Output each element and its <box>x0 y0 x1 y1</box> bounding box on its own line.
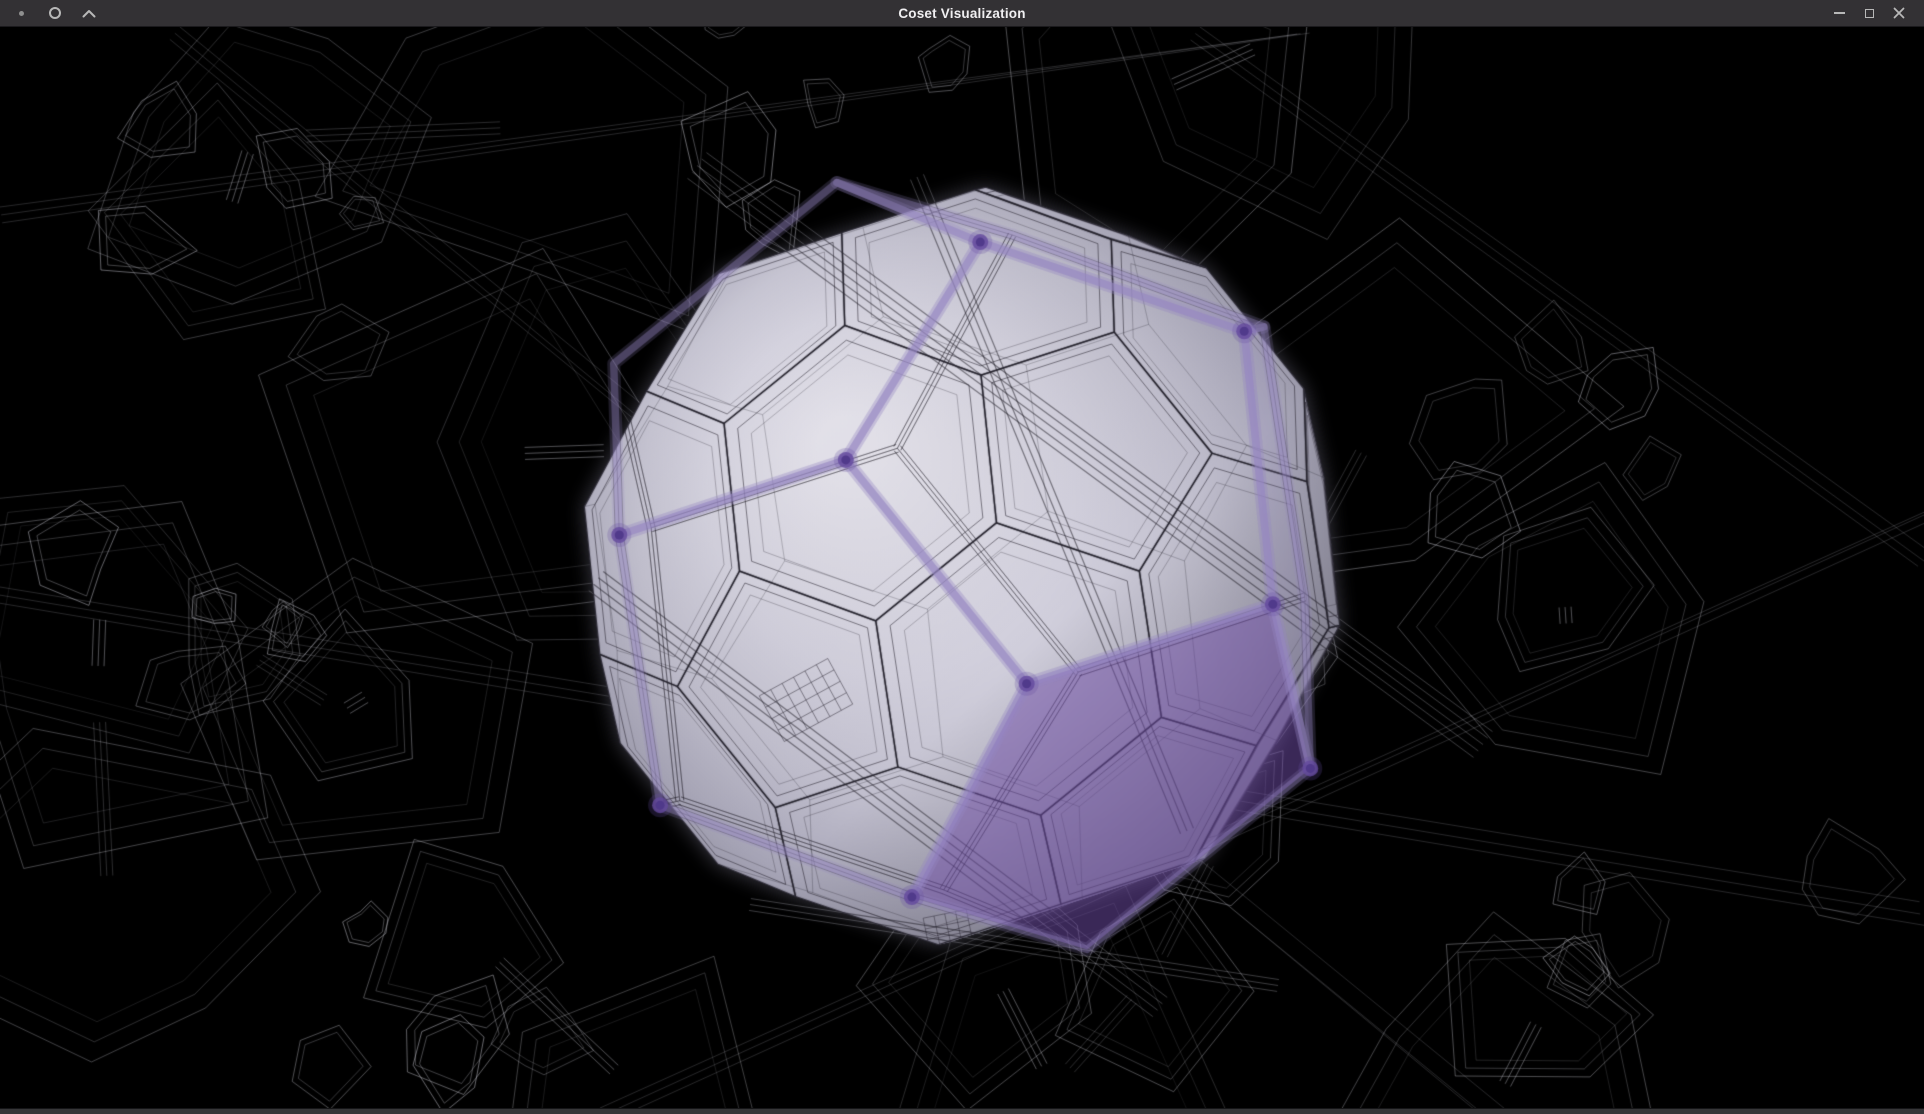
window-title: Coset Visualization <box>0 0 1924 26</box>
titlebar-left-icons <box>0 0 98 27</box>
window-controls <box>1824 0 1924 27</box>
close-button[interactable] <box>1884 0 1914 27</box>
maximize-icon <box>1865 9 1874 18</box>
window-bottom-edge <box>0 1108 1924 1114</box>
minimize-icon <box>1834 12 1845 14</box>
dot-icon[interactable] <box>12 0 30 27</box>
titlebar: Coset Visualization <box>0 0 1924 27</box>
maximize-button[interactable] <box>1854 0 1884 27</box>
circle-icon[interactable] <box>46 0 64 27</box>
app-window: Coset Visualization <box>0 0 1924 1114</box>
visualization-canvas[interactable] <box>0 27 1924 1108</box>
minimize-button[interactable] <box>1824 0 1854 27</box>
chevron-up-icon[interactable] <box>80 0 98 27</box>
close-icon <box>1893 7 1905 19</box>
